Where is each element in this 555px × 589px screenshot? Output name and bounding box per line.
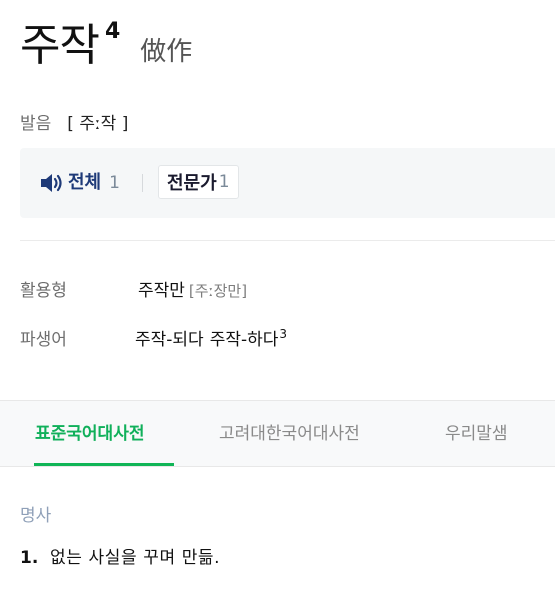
- definition-item: 1. 없는 사실을 꾸며 만듦.: [20, 546, 220, 570]
- homonym-number: 4: [104, 19, 121, 44]
- active-tab-indicator: [34, 463, 174, 466]
- audio-expert-label: 전문가: [167, 173, 217, 194]
- pronunciation-value: [ 주ː작 ]: [67, 114, 129, 134]
- inflection-label: 활용형: [20, 281, 67, 301]
- tab-korea-univ-dictionary[interactable]: 고려대한국어대사전: [219, 401, 360, 467]
- dictionary-tab-bar: 표준국어대사전 고려대한국어대사전 우리말샘: [0, 400, 555, 467]
- hanja: 做作: [140, 37, 193, 67]
- audio-divider: [142, 174, 143, 192]
- pronunciation-label: 발음: [20, 114, 52, 134]
- derivative-word-2: 주작-하다: [209, 330, 279, 350]
- inflection-form: 주작만: [138, 281, 185, 301]
- derivative-homonym-number: 3: [279, 327, 288, 341]
- derivative-label: 파생어: [20, 330, 67, 350]
- definition-text: 없는 사실을 꾸며 만듦.: [50, 548, 221, 568]
- derivative-link-1[interactable]: 주작-되다: [135, 328, 204, 352]
- audio-panel: 전체 1 전문가 1: [20, 148, 555, 218]
- headword: 주작: [20, 20, 100, 71]
- pronunciation-row: 발음 [ 주ː작 ]: [20, 112, 128, 136]
- derivative-link-2[interactable]: 주작-하다3: [210, 322, 287, 352]
- section-divider: [20, 240, 555, 241]
- part-of-speech: 명사: [20, 506, 52, 526]
- definition-number: 1.: [20, 548, 39, 568]
- entry-header: 주작 4 做作: [20, 18, 192, 74]
- inflection-pronunciation: [주ː장만]: [188, 282, 248, 300]
- inflection-row: 활용형 주작만 [주ː장만]: [20, 279, 247, 303]
- tab-standard-dictionary[interactable]: 표준국어대사전: [35, 401, 144, 467]
- audio-all-label: 전체: [68, 172, 102, 193]
- speaker-icon: [40, 172, 64, 194]
- audio-expert-count: 1: [218, 172, 230, 192]
- audio-expert-button[interactable]: 전문가 1: [158, 165, 239, 199]
- tab-urimalsaem[interactable]: 우리말샘: [445, 401, 508, 467]
- audio-all-button[interactable]: 전체 1: [40, 170, 120, 196]
- audio-all-count: 1: [109, 173, 120, 193]
- derivative-row: 파생어 주작-되다 주작-하다3: [20, 322, 287, 352]
